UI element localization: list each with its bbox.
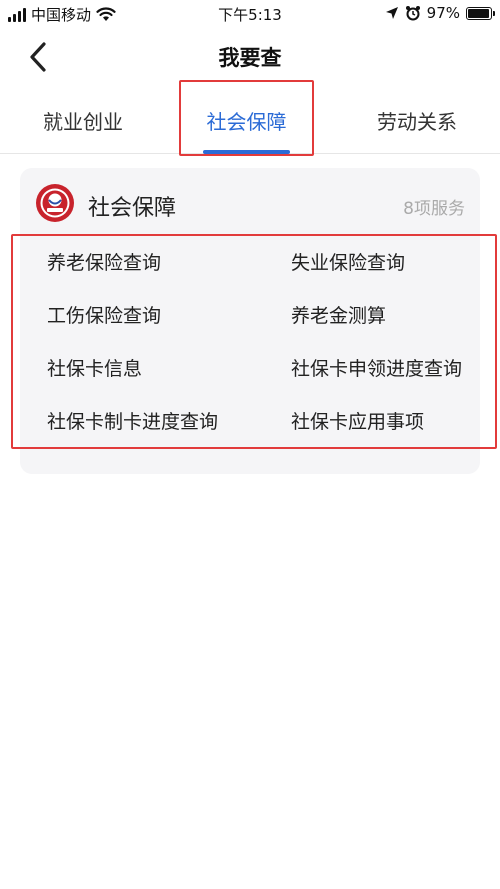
- service-card: 社会保障 8项服务 养老保险查询 失业保险查询 工伤保险查询 养老金测算 社保卡…: [20, 168, 480, 474]
- page-title: 我要查: [218, 46, 282, 70]
- battery-percent: 97%: [426, 4, 460, 22]
- tab-label: 劳动关系: [377, 109, 457, 134]
- card-header: 社会保障 8项服务: [20, 168, 480, 238]
- service-work-injury-query[interactable]: 工伤保险查询: [47, 301, 161, 328]
- tab-labor-relations[interactable]: 劳动关系: [334, 86, 500, 154]
- status-right: 97%: [385, 4, 495, 22]
- service-pension-query[interactable]: 养老保险查询: [47, 248, 161, 275]
- service-card-application-progress[interactable]: 社保卡申领进度查询: [291, 354, 462, 381]
- nav-bar: 我要查: [0, 28, 500, 86]
- battery-fill: [468, 8, 490, 18]
- service-count: 8项服务: [403, 199, 465, 219]
- tab-employment[interactable]: 就业创业: [0, 86, 166, 154]
- location-arrow-icon: [385, 7, 398, 19]
- card-title: 社会保障: [88, 196, 177, 221]
- alarm-icon: [405, 6, 420, 21]
- tab-label: 社会保障: [206, 109, 287, 134]
- status-bar: 中国移动 下午5:13 97%: [0, 0, 500, 28]
- service-card-production-progress[interactable]: 社保卡制卡进度查询: [47, 407, 218, 434]
- social-security-logo: [36, 184, 74, 222]
- service-card-usage-items[interactable]: 社保卡应用事项: [291, 407, 424, 434]
- tab-label: 就业创业: [43, 109, 123, 134]
- tab-active-indicator: [203, 150, 290, 154]
- service-pension-calculator[interactable]: 养老金测算: [291, 301, 386, 328]
- service-card-info[interactable]: 社保卡信息: [47, 354, 142, 381]
- service-unemployment-query[interactable]: 失业保险查询: [291, 248, 405, 275]
- battery-icon: [466, 6, 495, 20]
- tab-bar: 就业创业 社会保障 劳动关系: [0, 86, 500, 154]
- tab-social-security[interactable]: 社会保障: [180, 86, 313, 154]
